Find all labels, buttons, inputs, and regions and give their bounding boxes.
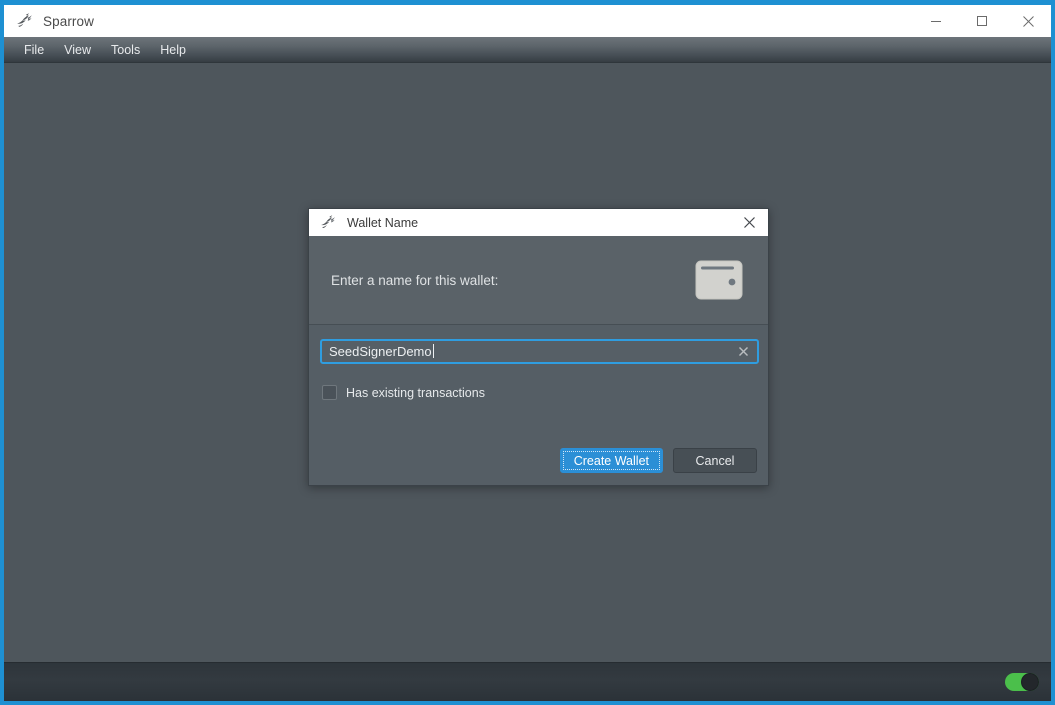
dialog-body: SeedSignerDemo Has existing transactions… xyxy=(309,325,768,485)
menubar: File View Tools Help xyxy=(4,37,1051,63)
maximize-button[interactable] xyxy=(959,5,1005,37)
clear-x-icon[interactable] xyxy=(737,345,750,358)
dialog-prompt-text: Enter a name for this wallet: xyxy=(331,273,498,288)
window-titlebar: Sparrow xyxy=(4,5,1051,37)
cancel-button[interactable]: Cancel xyxy=(673,448,757,473)
dialog-header-pane: Enter a name for this wallet: xyxy=(309,236,768,325)
menu-item-view[interactable]: View xyxy=(54,40,101,60)
close-button[interactable] xyxy=(1005,5,1051,37)
menu-item-help[interactable]: Help xyxy=(150,40,196,60)
wallet-name-field-row: SeedSignerDemo xyxy=(320,339,757,364)
has-existing-transactions-row[interactable]: Has existing transactions xyxy=(322,385,757,400)
status-toggle[interactable] xyxy=(1005,673,1039,691)
minimize-button[interactable] xyxy=(913,5,959,37)
titlebar-left-group: Sparrow xyxy=(4,13,913,29)
dialog-title: Wallet Name xyxy=(347,216,418,230)
has-existing-transactions-checkbox[interactable] xyxy=(322,385,337,400)
wallet-name-input[interactable]: SeedSignerDemo xyxy=(320,339,759,364)
wallet-name-dialog: Wallet Name Enter a name for this wallet… xyxy=(308,208,769,486)
window-controls xyxy=(913,5,1051,37)
wallet-icon xyxy=(695,259,744,301)
wallet-name-input-text: SeedSignerDemo xyxy=(329,344,432,359)
dialog-button-row: Create Wallet Cancel xyxy=(560,448,757,473)
toggle-knob xyxy=(1021,673,1039,691)
text-caret xyxy=(433,344,434,358)
create-wallet-button[interactable]: Create Wallet xyxy=(560,448,663,473)
window-title: Sparrow xyxy=(43,14,94,29)
dialog-titlebar: Wallet Name xyxy=(309,209,768,236)
menu-item-file[interactable]: File xyxy=(14,40,54,60)
dialog-titlebar-left-group: Wallet Name xyxy=(309,215,730,231)
dialog-close-button[interactable] xyxy=(730,209,768,236)
sparrow-app-window: Sparrow File View Tools xyxy=(0,0,1055,705)
sparrow-bird-icon xyxy=(320,215,338,231)
menu-item-tools[interactable]: Tools xyxy=(101,40,150,60)
sparrow-bird-icon xyxy=(16,13,34,29)
statusbar xyxy=(4,662,1051,701)
has-existing-transactions-label: Has existing transactions xyxy=(346,386,485,400)
wallet-name-input-value: SeedSignerDemo xyxy=(329,344,737,359)
